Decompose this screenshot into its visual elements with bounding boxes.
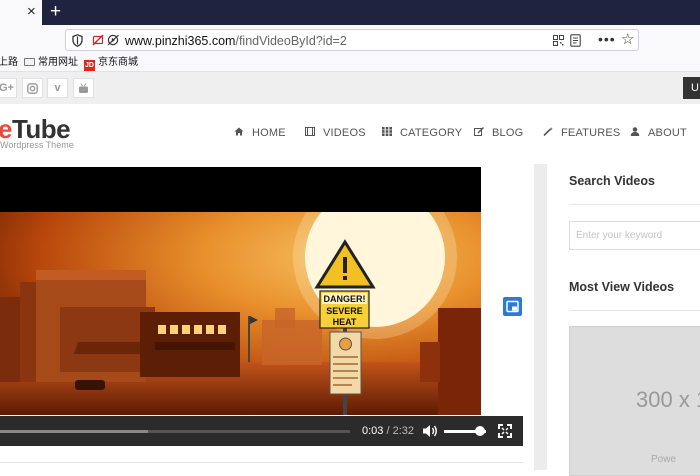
- seek-bar-buffered: [0, 430, 148, 433]
- edit-icon: [474, 127, 484, 136]
- ad-placeholder[interactable]: 300 x 1 Powe: [569, 326, 700, 476]
- search-videos-title: Search Videos: [569, 174, 655, 188]
- shield-icon[interactable]: [72, 34, 83, 47]
- url-text: www.pinzhi365.com/findVideoById?id=2: [125, 34, 347, 48]
- ad-powered-label: Powe: [651, 454, 677, 465]
- address-bar[interactable]: www.pinzhi365.com/findVideoById?id=2: [65, 29, 639, 51]
- sign-text-heat: HEAT: [333, 317, 357, 327]
- volume-icon[interactable]: [422, 424, 438, 438]
- nav-home[interactable]: HOME: [234, 127, 286, 139]
- jd-logo-icon: JD: [84, 60, 95, 71]
- sidebar: Search Videos Most View Videos 300 x 1 P…: [547, 164, 700, 476]
- section-divider: [569, 204, 700, 205]
- nav-videos[interactable]: VIDEOS: [305, 127, 366, 139]
- browser-tab-strip: × +: [0, 0, 700, 25]
- content-divider: [0, 462, 523, 463]
- video-frame[interactable]: DANGER! SEVERE HEAT: [0, 212, 481, 415]
- sidebar-gutter: [534, 164, 547, 470]
- blocked-media-icon[interactable]: [92, 34, 104, 46]
- most-view-videos-title: Most View Videos: [569, 280, 675, 294]
- instagram-icon[interactable]: [22, 78, 43, 98]
- site-tagline: Wordpress Theme: [0, 140, 74, 150]
- bookmark-item[interactable]: 上路: [0, 57, 18, 69]
- reader-view-icon[interactable]: [570, 34, 581, 47]
- qr-code-icon[interactable]: [553, 35, 564, 46]
- autoplay-blocked-icon[interactable]: [107, 34, 120, 46]
- video-controls: 0:03 / 2:32: [0, 416, 523, 446]
- ad-size-label: 300 x 1: [636, 387, 700, 412]
- nav-category[interactable]: CATEGORY: [382, 127, 462, 139]
- google-plus-icon[interactable]: G+: [0, 78, 17, 98]
- browser-toolbar: www.pinzhi365.com/findVideoById?id=2 •••…: [0, 25, 700, 55]
- bookmarks-bar: 上路 常用网址 JD 京东商城: [0, 55, 700, 72]
- user-button[interactable]: U: [683, 77, 700, 99]
- volume-slider-handle[interactable]: [474, 426, 485, 436]
- film-icon: [305, 127, 315, 136]
- sign-text-severe: SEVERE: [326, 306, 363, 316]
- time-display: 0:03 / 2:32: [362, 425, 415, 437]
- video-player[interactable]: DANGER! SEVERE HEAT: [0, 167, 481, 415]
- new-tab-button[interactable]: +: [50, 1, 61, 23]
- user-icon: [630, 127, 640, 136]
- search-input[interactable]: [569, 221, 700, 250]
- section-divider: [569, 310, 700, 311]
- magic-wand-icon: [543, 127, 553, 136]
- browser-tab[interactable]: ×: [0, 0, 42, 25]
- vimeo-icon[interactable]: v: [47, 78, 68, 98]
- bookmark-folder[interactable]: 常用网址: [24, 57, 78, 69]
- grid-icon: [382, 127, 392, 136]
- folder-icon: [24, 58, 35, 66]
- bookmark-star-icon[interactable]: ☆: [621, 30, 634, 48]
- home-icon: [234, 127, 244, 136]
- site-header: eTube Wordpress Theme HOME VIDEOS CATEGO…: [0, 104, 700, 164]
- fullscreen-icon[interactable]: [498, 424, 512, 438]
- bookmark-jd[interactable]: JD 京东商城: [84, 57, 138, 71]
- picture-in-picture-icon: [506, 300, 519, 313]
- nav-features[interactable]: FEATURES: [543, 127, 620, 139]
- page-actions-menu-icon[interactable]: •••: [598, 31, 616, 47]
- tab-close-icon[interactable]: ×: [27, 3, 36, 21]
- sign-text-danger: DANGER!: [324, 294, 366, 304]
- nav-about[interactable]: ABOUT: [630, 127, 687, 139]
- youtube-icon[interactable]: [73, 78, 94, 98]
- site-topbar: G+ v U: [0, 72, 700, 104]
- picture-in-picture-button[interactable]: [503, 297, 522, 316]
- nav-blog[interactable]: BLOG: [474, 127, 523, 139]
